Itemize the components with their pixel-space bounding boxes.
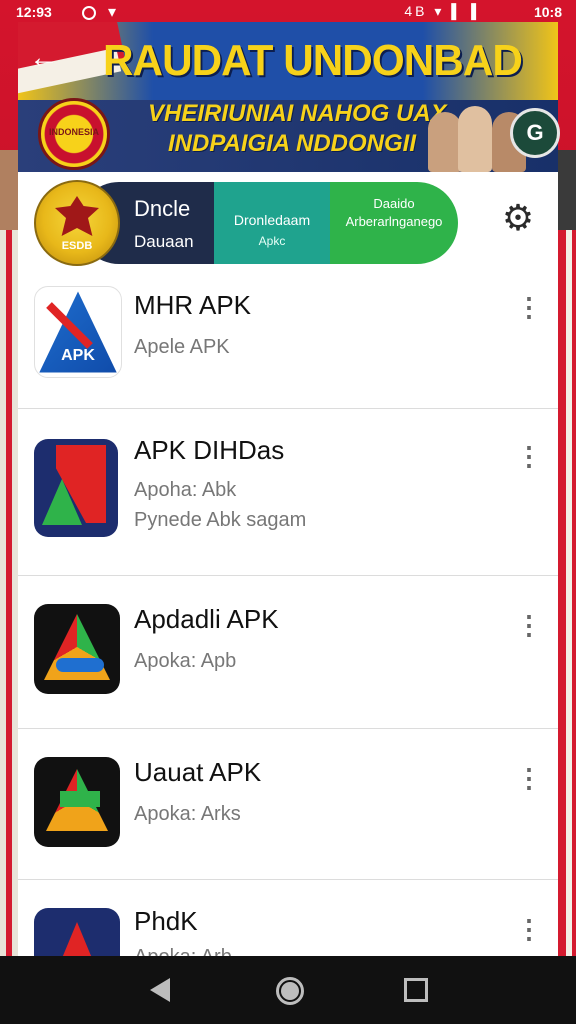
more-menu-button[interactable]: ⋮	[516, 610, 542, 640]
apk-app-icon: APK	[34, 286, 122, 378]
app-icon	[34, 439, 118, 537]
background-stripe-left-red	[6, 230, 12, 960]
g-badge-icon[interactable]: G	[510, 108, 560, 158]
pill-segment-2[interactable]: Dronledaam Apkc	[214, 182, 330, 264]
status-right-icons: 4B ▾ ▌ ▌	[404, 3, 484, 19]
app-title: APK DIHDas	[134, 435, 285, 465]
pill-segment-3-subtitle: Arberarlnganego	[345, 214, 443, 229]
banner-subtitle-2: INDPAIGIA NDDONGII	[168, 130, 417, 157]
category-pill: Dncle Dauaan Dronledaam Apkc Daaido Arbe…	[78, 182, 458, 264]
side-photo-right	[558, 150, 576, 230]
more-vertical-icon: ⋮	[516, 763, 542, 793]
more-vertical-icon: ⋮	[516, 914, 542, 944]
avatar-label: ESDB	[61, 240, 93, 252]
promo-banner[interactable]: RAUDAT UNDONBAD VHEIRIUNIAI NAHOG UAX IN…	[18, 22, 558, 172]
list-item[interactable]: Uauat APK Apoka: Arks ⋮	[18, 729, 558, 880]
header-row: Dncle Dauaan Dronledaam Apkc Daaido Arbe…	[18, 172, 558, 270]
side-photo-left	[0, 150, 18, 230]
app-icon-triangle	[48, 922, 106, 956]
app-subtitle-2: Pynede Abk sagam	[134, 509, 307, 531]
person-figure	[428, 112, 462, 172]
more-vertical-icon: ⋮	[516, 610, 542, 640]
app-title: PhdK	[134, 906, 198, 936]
app-subtitle: Apele APK	[134, 336, 230, 358]
recent-square-icon[interactable]	[404, 978, 428, 1002]
list-item[interactable]: PhdK Apoka: Arb ⋮	[18, 880, 558, 956]
wifi-icon: ▾	[108, 4, 117, 21]
pill-segment-1-title: Dncle	[134, 196, 191, 221]
notification-dot-icon	[82, 6, 96, 20]
list-item[interactable]: Apdadli APK Apoka: Apb ⋮	[18, 576, 558, 729]
app-subtitle: Apoka: Arks	[134, 803, 241, 825]
banner-emblem-icon: INDONESIA	[38, 98, 110, 170]
app-icon	[34, 757, 120, 847]
arrow-left-icon: ←	[29, 41, 59, 74]
list-item[interactable]: APK MHR APK Apele APK ⋮	[18, 272, 558, 409]
banner-title: RAUDAT UNDONBAD	[103, 36, 523, 85]
apk-icon-label: APK	[61, 347, 95, 364]
person-figure	[458, 106, 492, 172]
background-stripe-right-white	[566, 230, 572, 960]
app-subtitle: Apoka: Arb	[134, 946, 232, 956]
pill-segment-3-title: Daaido	[373, 196, 415, 211]
pill-segment-3[interactable]: Daaido Arberarlnganego	[330, 182, 458, 264]
list-item[interactable]: APK DIHDas Apoha: Abk Pynede Abk sagam ⋮	[18, 409, 558, 576]
back-button[interactable]: ←	[26, 40, 62, 76]
system-nav-bar	[0, 956, 576, 1024]
avatar[interactable]: ESDB	[34, 180, 120, 266]
more-vertical-icon: ⋮	[516, 441, 542, 471]
app-icon	[34, 604, 120, 694]
status-right-time: 10:8	[533, 4, 562, 20]
more-menu-button[interactable]: ⋮	[516, 292, 542, 322]
banner-subtitle-1: VHEIRIUNIAI NAHOG UAX	[148, 100, 447, 127]
app-subtitle: Apoha: Abk	[134, 479, 237, 501]
app-subtitle: Apoka: Apb	[134, 650, 237, 672]
more-menu-button[interactable]: ⋮	[516, 763, 542, 793]
emblem-text: INDONESIA	[48, 127, 99, 137]
app-title: MHR APK	[134, 290, 252, 320]
app-title: Apdadli APK	[134, 604, 279, 634]
garuda-emblem-icon	[55, 196, 99, 236]
pill-segment-2-title: Dronledaam	[233, 212, 311, 228]
gear-icon: ⚙	[501, 197, 535, 238]
app-icon-bar	[56, 658, 104, 672]
more-menu-button[interactable]: ⋮	[516, 914, 542, 944]
app-title: Uauat APK	[134, 757, 262, 787]
settings-button[interactable]: ⚙	[498, 198, 538, 238]
app-icon-arrow	[60, 791, 100, 807]
app-icon	[34, 908, 120, 956]
status-time: 12:93	[16, 4, 52, 20]
home-circle-inner	[281, 982, 299, 1000]
more-menu-button[interactable]: ⋮	[516, 441, 542, 471]
more-vertical-icon: ⋮	[516, 292, 542, 322]
pill-segment-2-subtitle: Apkc	[258, 234, 286, 248]
app-list-card: Dncle Dauaan Dronledaam Apkc Daaido Arbe…	[18, 172, 558, 956]
back-triangle-icon[interactable]	[150, 978, 170, 1002]
pill-segment-1-subtitle: Dauaan	[134, 232, 194, 251]
